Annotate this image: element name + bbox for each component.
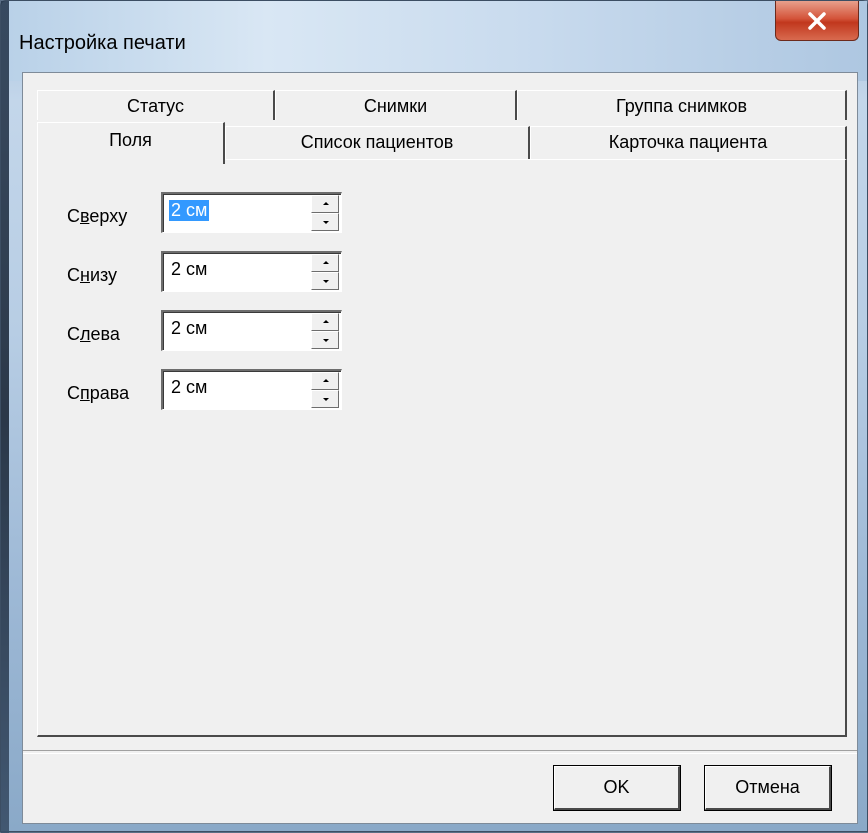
bottom-margin-label: Снизу <box>67 265 118 285</box>
right-margin-up-button[interactable] <box>311 372 339 390</box>
top-margin-input[interactable]: 2 см <box>169 200 210 221</box>
bottom-margin-down-button[interactable] <box>311 272 339 290</box>
tab-patient-list[interactable]: Список пациентов <box>225 126 530 160</box>
tab-label: Карточка пациента <box>608 132 768 152</box>
bottom-margin-input[interactable]: 2 см <box>169 259 209 280</box>
tab-images[interactable]: Снимки <box>275 90 517 120</box>
top-margin-down-button[interactable] <box>311 213 339 231</box>
tab-fields[interactable]: Поля <box>37 122 225 164</box>
right-margin-spinbox[interactable]: 2 см <box>161 369 342 410</box>
left-margin-down-button[interactable] <box>311 331 339 349</box>
left-margin-spinbox[interactable]: 2 см <box>161 310 342 351</box>
bottom-margin-up-button[interactable] <box>311 254 339 272</box>
left-margin-label: Слева <box>67 324 120 344</box>
cancel-button[interactable]: Отмена <box>705 766 831 810</box>
window-title: Настройка печати <box>19 32 186 54</box>
tab-status[interactable]: Статус <box>37 90 275 120</box>
tab-panel-fields <box>37 159 847 737</box>
close-button[interactable] <box>775 1 859 41</box>
cancel-button-label: Отмена <box>735 777 800 797</box>
tab-label: Статус <box>127 96 184 116</box>
left-margin-input[interactable]: 2 см <box>169 318 209 339</box>
left-margin-up-button[interactable] <box>311 313 339 331</box>
close-icon <box>808 11 826 30</box>
tab-label: Поля <box>109 130 152 150</box>
top-margin-label: Сверху <box>67 206 128 226</box>
right-margin-label: Справа <box>67 383 130 403</box>
tab-label: Список пациентов <box>300 132 454 152</box>
tab-patient-card[interactable]: Карточка пациента <box>530 126 847 160</box>
bottom-margin-spinbox[interactable]: 2 см <box>161 251 342 292</box>
right-margin-input[interactable]: 2 см <box>169 377 209 398</box>
tab-label: Группа снимков <box>615 96 748 116</box>
top-margin-up-button[interactable] <box>311 195 339 213</box>
button-bar-divider <box>23 750 857 754</box>
ok-button-label: OK <box>603 777 630 797</box>
tab-label: Снимки <box>363 96 428 116</box>
right-margin-down-button[interactable] <box>311 390 339 408</box>
title-bar[interactable]: Настройка печати <box>9 1 867 81</box>
tab-image-group[interactable]: Группа снимков <box>517 90 847 120</box>
top-margin-spinbox[interactable]: 2 см <box>161 192 342 233</box>
ok-button[interactable]: OK <box>554 766 680 810</box>
